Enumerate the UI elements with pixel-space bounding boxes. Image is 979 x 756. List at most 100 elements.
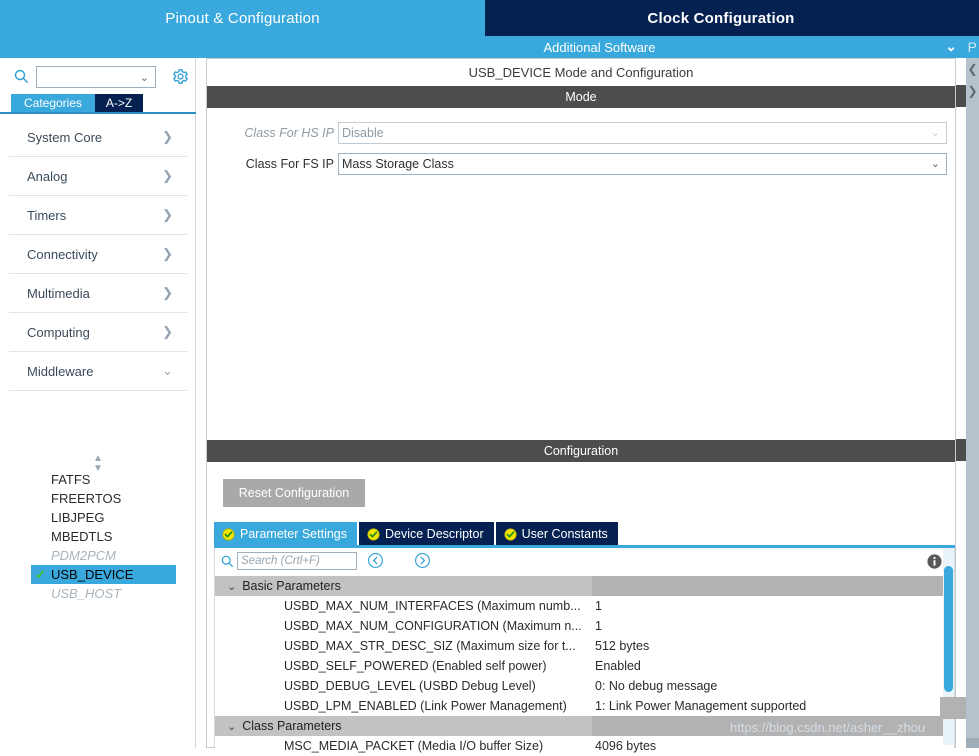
reset-configuration-button[interactable]: Reset Configuration — [223, 479, 365, 507]
page-title: USB_DEVICE Mode and Configuration — [207, 59, 955, 86]
sidebar-search-input[interactable]: ⌄ — [36, 66, 156, 88]
parameter-value: 1 — [595, 599, 602, 613]
list-item-libjpeg[interactable]: LIBJPEG — [0, 508, 196, 527]
sidebar-item-system-core-label: System Core — [27, 129, 103, 145]
sidebar-item-timers[interactable]: Timers ❯ — [9, 196, 187, 235]
chevron-down-icon: ⌄ — [930, 158, 940, 170]
parameter-settings-panel: ⌄ Basic Parameters USBD_MAX_NUM_INTERFAC… — [214, 548, 955, 756]
list-item-usb-host-label: USB_HOST — [51, 586, 122, 601]
list-item-usb-device[interactable]: ✓ USB_DEVICE — [31, 565, 176, 584]
tab-pinout-configuration-label: Pinout & Configuration — [165, 9, 320, 27]
check-circle-icon — [222, 527, 235, 541]
list-item-mbedtls[interactable]: MBEDTLS — [0, 527, 196, 546]
tab-device-descriptor[interactable]: Device Descriptor — [359, 522, 494, 546]
table-row[interactable]: USBD_MAX_NUM_INTERFACES (Maximum numb...… — [215, 596, 954, 616]
group-row-class-parameters[interactable]: ⌄ Class Parameters — [215, 716, 954, 736]
mode-row-class-for-hs-ip: Class For HS IP Disable ⌄ — [207, 122, 955, 144]
chevron-right-icon: ❯ — [162, 285, 173, 300]
sidebar-tab-a-to-z-label: A->Z — [105, 96, 133, 110]
info-icon[interactable] — [926, 553, 943, 570]
tab-user-constants-label: User Constants — [521, 527, 608, 541]
sidebar-tab-a-to-z[interactable]: A->Z — [95, 94, 143, 112]
tab-pinout-configuration[interactable]: Pinout & Configuration — [0, 0, 485, 36]
table-row[interactable]: USBD_DEBUG_LEVEL (USBD Debug Level) 0: N… — [215, 676, 954, 696]
list-item-pdm2pcm: PDM2PCM — [0, 546, 196, 565]
chevron-down-icon: ⌄ — [227, 720, 237, 733]
sidebar-tab-categories[interactable]: Categories — [11, 94, 95, 112]
class-for-hs-ip-value: Disable — [342, 126, 384, 140]
check-icon: ✓ — [35, 567, 46, 582]
sidebar-search-row: ⌄ — [0, 62, 196, 92]
category-list: System Core ❯ Analog ❯ Timers ❯ Connecti… — [0, 118, 196, 391]
sidebar-item-middleware[interactable]: Middleware ⌄ — [9, 352, 187, 391]
mode-row-class-for-fs-ip: Class For FS IP Mass Storage Class ⌄ — [207, 153, 955, 175]
chevron-left-icon[interactable]: ❮ — [966, 58, 979, 80]
sidebar-item-system-core[interactable]: System Core ❯ — [9, 118, 187, 157]
chevron-down-icon: ⌄ — [227, 580, 237, 593]
group-row-basic-parameters[interactable]: ⌄ Basic Parameters — [215, 576, 954, 596]
configuration-header-edge — [956, 439, 966, 461]
class-for-hs-ip-label: Class For HS IP — [244, 126, 334, 140]
search-input[interactable] — [237, 552, 357, 570]
sidebar-tab-categories-label: Categories — [23, 96, 83, 110]
list-item-mbedtls-label: MBEDTLS — [51, 529, 113, 544]
check-circle-icon — [367, 527, 380, 541]
table-row[interactable]: USBD_MAX_STR_DESC_SIZ (Maximum size for … — [215, 636, 954, 656]
chevron-down-icon[interactable]: ⌄ — [945, 38, 957, 55]
chevron-right-icon: ❯ — [162, 207, 173, 222]
top-tab-bar: Pinout & Configuration Clock Configurati… — [0, 0, 979, 36]
configuration-tab-bar: Parameter Settings Device Descriptor Use… — [214, 521, 955, 546]
reset-configuration-button-label: Reset Configuration — [238, 486, 350, 500]
sidebar-item-analog-label: Analog — [27, 168, 68, 184]
list-item-libjpeg-label: LIBJPEG — [51, 510, 105, 525]
parameter-name: USBD_MAX_NUM_INTERFACES (Maximum numb... — [284, 599, 581, 613]
gear-icon[interactable] — [172, 68, 189, 85]
sidebar-item-middleware-label: Middleware — [27, 363, 94, 379]
chevron-left-circle-icon[interactable] — [367, 552, 384, 569]
chevron-right-icon: ❯ — [162, 168, 173, 183]
additional-software-button[interactable]: Additional Software — [0, 36, 939, 58]
table-row[interactable]: MSC_MEDIA_PACKET (Media I/O buffer Size)… — [215, 736, 954, 756]
table-row[interactable]: USBD_LPM_ENABLED (Link Power Management)… — [215, 696, 954, 716]
configuration-section-body: Reset Configuration Parameter Settings D… — [207, 462, 955, 756]
parameter-rows: ⌄ Basic Parameters USBD_MAX_NUM_INTERFAC… — [215, 576, 954, 756]
parameter-name: USBD_LPM_ENABLED (Link Power Management) — [284, 699, 567, 713]
chevron-right-icon: ❯ — [162, 129, 173, 144]
parameter-name: USBD_MAX_STR_DESC_SIZ (Maximum size for … — [284, 639, 576, 653]
class-for-fs-ip-select[interactable]: Mass Storage Class ⌄ — [338, 153, 947, 175]
tab-user-constants[interactable]: User Constants — [495, 522, 618, 546]
chevron-down-icon: ⌄ — [162, 363, 173, 378]
parameter-scrollbar-thumb[interactable] — [944, 566, 953, 692]
list-item-usb-host: USB_HOST — [0, 584, 196, 603]
main-panel: USB_DEVICE Mode and Configuration Mode C… — [196, 58, 979, 756]
parameter-name: USBD_MAX_NUM_CONFIGURATION (Maximum n... — [284, 619, 582, 633]
chevron-down-icon: ⌄ — [930, 127, 940, 139]
sidebar-item-computing[interactable]: Computing ❯ — [9, 313, 187, 352]
parameter-value: 4096 bytes — [595, 739, 657, 753]
list-item-freertos[interactable]: FREERTOS — [0, 489, 196, 508]
sidebar-item-connectivity[interactable]: Connectivity ❯ — [9, 235, 187, 274]
sidebar-item-multimedia[interactable]: Multimedia ❯ — [9, 274, 187, 313]
tab-partial-right[interactable] — [957, 0, 979, 36]
table-row[interactable]: USBD_MAX_NUM_CONFIGURATION (Maximum n...… — [215, 616, 954, 636]
right-strip-grip — [966, 738, 979, 748]
tab-parameter-settings[interactable]: Parameter Settings — [214, 522, 357, 546]
tab-clock-configuration[interactable]: Clock Configuration — [485, 0, 957, 36]
table-row[interactable]: USBD_SELF_POWERED (Enabled self power) E… — [215, 656, 954, 676]
right-collapse-strip[interactable]: ❮ ❯ — [966, 58, 979, 748]
list-item-fatfs-label: FATFS — [51, 472, 91, 487]
list-item-fatfs[interactable]: FATFS — [0, 470, 196, 489]
chevron-right-icon[interactable]: ❯ — [966, 80, 979, 102]
tab-parameter-settings-label: Parameter Settings — [240, 527, 347, 541]
mode-section-header-label: Mode — [565, 90, 597, 104]
additional-software-label: Additional Software — [543, 39, 656, 55]
sidebar-tab-bar: Categories A->Z — [0, 94, 196, 114]
chevron-right-icon: ❯ — [162, 246, 173, 261]
sidebar-item-analog[interactable]: Analog ❯ — [9, 157, 187, 196]
class-for-fs-ip-label: Class For FS IP — [245, 157, 334, 171]
main-panel-inner: USB_DEVICE Mode and Configuration Mode C… — [206, 58, 956, 756]
tab-device-descriptor-label: Device Descriptor — [385, 527, 484, 541]
parameter-name: MSC_MEDIA_PACKET (Media I/O buffer Size) — [284, 739, 544, 753]
chevron-right-circle-icon[interactable] — [414, 552, 431, 569]
right-collapse-arrows[interactable]: ❮ ❯ — [966, 58, 979, 104]
